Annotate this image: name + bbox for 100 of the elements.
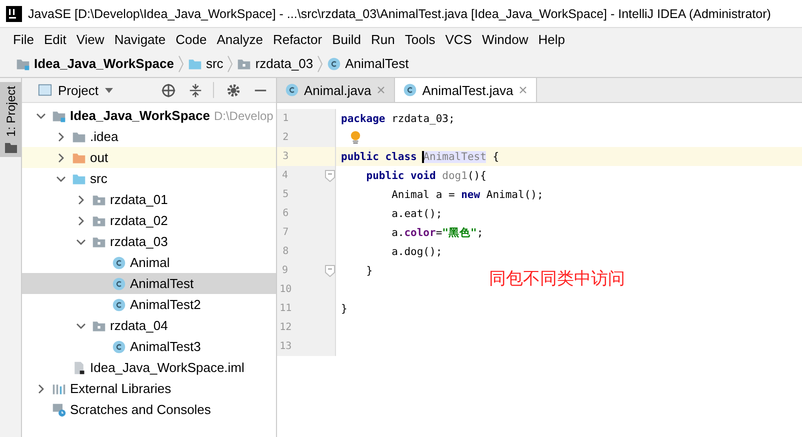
- class-icon: [112, 298, 126, 312]
- chevron-icon[interactable]: [76, 216, 86, 226]
- tree-item[interactable]: Scratches and Consoles: [22, 399, 276, 420]
- panel-icon: [38, 83, 52, 97]
- class-icon: [112, 276, 126, 290]
- menu-item[interactable]: Build: [327, 32, 366, 46]
- panel-title[interactable]: Project: [58, 82, 98, 98]
- tree-item[interactable]: src: [22, 168, 276, 189]
- tree-label: Animal: [130, 255, 170, 270]
- breadcrumb[interactable]: rzdata_03: [255, 56, 314, 71]
- menu-item[interactable]: Window: [476, 32, 534, 46]
- tree-item[interactable]: .idea: [22, 126, 276, 147]
- settings-icon[interactable]: [226, 82, 241, 98]
- chevron-icon: [227, 54, 234, 74]
- fold-icon[interactable]: [325, 170, 335, 182]
- folder-icon: [92, 214, 106, 228]
- collapse-icon[interactable]: [188, 82, 203, 98]
- class-icon: [112, 256, 126, 270]
- tree-label: AnimalTest3: [130, 339, 201, 354]
- lightbulb-icon[interactable]: [350, 130, 361, 145]
- chevron-icon[interactable]: [56, 132, 66, 142]
- close-icon[interactable]: [518, 85, 528, 95]
- tree-item[interactable]: rzdata_01: [22, 189, 276, 210]
- tree-item[interactable]: AnimalTest3: [22, 336, 276, 357]
- line-number: 13: [278, 341, 293, 352]
- libraries-icon: [52, 382, 66, 396]
- code-line: }: [365, 264, 373, 276]
- code-line: }: [341, 302, 348, 314]
- tree-item[interactable]: rzdata_02: [22, 210, 276, 231]
- tree-label: rzdata_02: [110, 213, 168, 228]
- chevron-icon[interactable]: [36, 110, 46, 120]
- window-title: JavaSE [D:\Develop\Idea_Java_WorkSpace] - ...\src\rzdata_03\AnimalTest.java [Idea_Java_WorkSpace] - IntelliJ IDEA (Administrator): [28, 6, 771, 20]
- folder-icon: [72, 150, 86, 164]
- editor-tab[interactable]: Animal.java: [277, 78, 396, 102]
- tree-item[interactable]: rzdata_04: [22, 315, 276, 336]
- tree-item[interactable]: Idea_Java_WorkSpace.iml: [22, 357, 276, 378]
- chevron-icon[interactable]: [76, 320, 86, 330]
- line-number: 11: [278, 303, 293, 314]
- chevron-icon[interactable]: [76, 236, 86, 246]
- folder-icon: [92, 318, 106, 332]
- tree-label: Idea_Java_WorkSpace.iml: [90, 360, 244, 375]
- menu-item[interactable]: View: [71, 32, 110, 46]
- chevron-icon[interactable]: [36, 384, 46, 394]
- app-logo-icon: [6, 6, 22, 22]
- chevron-icon[interactable]: [56, 174, 66, 184]
- folder-icon: [52, 108, 66, 122]
- tree-label: Scratches and Consoles: [70, 402, 211, 417]
- tree-item[interactable]: out: [22, 147, 276, 168]
- code-line: a.dog();: [390, 246, 442, 258]
- menu-item[interactable]: Edit: [38, 32, 72, 46]
- line-number: 5: [282, 189, 290, 200]
- fold-icon[interactable]: [325, 264, 335, 276]
- line-number: 4: [280, 170, 290, 181]
- menu-item[interactable]: Help: [533, 32, 570, 46]
- folder-icon: [72, 130, 86, 144]
- breadcrumb[interactable]: src: [206, 56, 224, 71]
- file-icon: [72, 360, 86, 374]
- folder-icon: [92, 192, 106, 206]
- menu-item[interactable]: Refactor: [268, 32, 328, 46]
- tree-label: AnimalTest2: [130, 297, 201, 312]
- dropdown-icon[interactable]: [104, 85, 114, 95]
- annotation-text: 同包不同类中访问: [489, 268, 625, 290]
- editor-tab[interactable]: AnimalTest.java: [395, 78, 538, 102]
- folder-icon: [237, 56, 252, 70]
- folder-icon: [72, 172, 86, 186]
- tree-item[interactable]: AnimalTest2: [22, 294, 276, 315]
- scratches-icon: [52, 402, 66, 416]
- locate-icon[interactable]: [161, 82, 176, 98]
- breadcrumb[interactable]: Idea_Java_WorkSpace: [34, 56, 174, 71]
- menu-item[interactable]: Tools: [400, 32, 440, 46]
- code-line: a.eat();: [390, 208, 442, 220]
- menu-item[interactable]: Run: [366, 32, 400, 46]
- menu-item[interactable]: Analyze: [212, 32, 268, 46]
- project-tool-tab[interactable]: 1: Project: [0, 82, 21, 157]
- chevron-icon[interactable]: [76, 194, 86, 204]
- menu-item[interactable]: Navigate: [109, 32, 171, 46]
- chevron-icon[interactable]: [56, 152, 66, 162]
- line-number: 12: [278, 322, 293, 333]
- tree-item[interactable]: rzdata_03: [22, 231, 276, 252]
- tree-item[interactable]: External Libraries: [22, 378, 276, 399]
- breadcrumb[interactable]: AnimalTest: [345, 56, 409, 71]
- menu-item[interactable]: VCS: [440, 32, 477, 46]
- class-icon: [285, 83, 299, 97]
- tree-item[interactable]: Idea_Java_WorkSpace D:\Develop: [22, 105, 276, 126]
- line-number: 7: [282, 227, 290, 238]
- line-number: 9: [280, 265, 290, 276]
- menu-item[interactable]: File: [8, 32, 39, 46]
- path-hint: D:\Develop: [214, 108, 274, 122]
- class-icon: [327, 56, 342, 70]
- code-line: public void dog1(){: [365, 170, 486, 182]
- tree-item[interactable]: AnimalTest: [22, 273, 276, 294]
- tree-item[interactable]: Animal: [22, 252, 276, 273]
- menu-item[interactable]: Code: [170, 32, 212, 46]
- code-line: public class AnimalTest {: [341, 150, 500, 162]
- code-line: Animal a = new Animal();: [390, 188, 544, 200]
- folder-icon: [4, 142, 16, 153]
- line-number: 1: [282, 113, 290, 124]
- line-number: 10: [278, 284, 293, 295]
- tree-label: AnimalTest: [130, 276, 194, 291]
- code-line: package rzdata_03;: [341, 112, 455, 124]
